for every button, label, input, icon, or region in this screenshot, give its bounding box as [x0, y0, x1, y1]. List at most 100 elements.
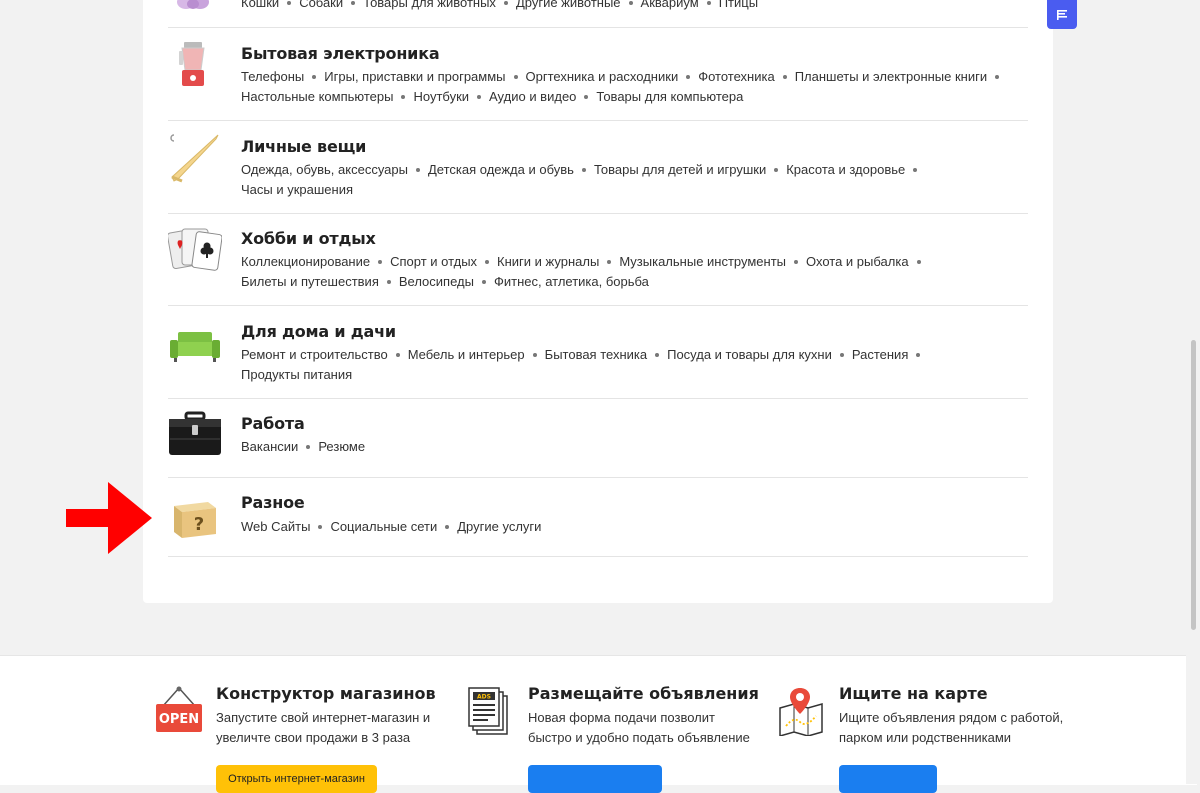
category-row: Личные вещи Одежда, обувь, аксессуары Детс…	[168, 121, 1028, 214]
post-ad-button[interactable]	[528, 765, 662, 793]
subcategory-link[interactable]: Резюме	[318, 439, 365, 454]
subcategory-link[interactable]: Планшеты и электронные книги	[795, 69, 987, 84]
animals-icon	[168, 0, 222, 10]
category-title[interactable]: Для дома и дачи	[241, 322, 396, 341]
subcategory-link[interactable]: Охота и рыбалка	[806, 254, 909, 269]
separator-dot	[386, 279, 391, 284]
subcategory-link[interactable]: Велосипеды	[399, 274, 474, 289]
category-title[interactable]: Работа	[241, 414, 305, 433]
separator-dot	[503, 0, 508, 5]
subcategory-link[interactable]: Посуда и товары для кухни	[667, 347, 832, 362]
subcategory-link[interactable]: Настольные компьютеры	[241, 89, 393, 104]
separator-dot	[532, 352, 537, 357]
category-subcategories: Коллекционирование Спорт и отдых Книги и ж…	[241, 252, 1021, 292]
subcategory-link[interactable]: Билеты и путешествия	[241, 274, 379, 289]
category-subcategories: Телефоны Игры, приставки и программы Оргте…	[241, 67, 1021, 107]
subcategory-link[interactable]: Мебель и интерьер	[408, 347, 525, 362]
separator-dot	[481, 279, 486, 284]
subcategory-link[interactable]: Другие животные	[516, 0, 621, 10]
category-row-animals: Кошки Собаки Товары для животных Другие жив…	[168, 0, 1028, 28]
svg-text:?: ?	[194, 514, 204, 535]
subcategory-link[interactable]: Музыкальные инструменты	[619, 254, 786, 269]
map-search-button[interactable]	[839, 765, 937, 793]
subcategory-link[interactable]: Вакансии	[241, 439, 298, 454]
subcategory-link[interactable]: Web Сайты	[241, 519, 310, 534]
animals-subcategories: Кошки Собаки Товары для животных Другие жив…	[241, 0, 758, 10]
subcategory-link[interactable]: Социальные сети	[330, 519, 437, 534]
separator-dot	[401, 94, 406, 99]
subcategory-link[interactable]: Фототехника	[698, 69, 774, 84]
question-box-icon: ?	[168, 490, 222, 544]
subcategory-link[interactable]: Аквариум	[641, 0, 699, 10]
separator-dot	[513, 74, 518, 79]
hanger-icon	[168, 133, 222, 187]
subcategory-link[interactable]: Красота и здоровье	[786, 162, 905, 177]
subcategory-link[interactable]: Растения	[852, 347, 909, 362]
category-title[interactable]: Личные вещи	[241, 137, 366, 156]
svg-text:OPEN: OPEN	[159, 712, 199, 727]
separator-dot	[485, 259, 490, 264]
subcategory-link[interactable]: Другие услуги	[457, 519, 541, 534]
separator-dot	[913, 167, 918, 172]
subcategory-link[interactable]: Ремонт и строительство	[241, 347, 388, 362]
category-title[interactable]: Разное	[241, 493, 305, 512]
separator-dot	[445, 524, 450, 529]
subcategory-link[interactable]: Ноутбуки	[413, 89, 469, 104]
feedback-button[interactable]	[1047, 0, 1077, 29]
separator-dot	[287, 0, 292, 5]
open-shop-button[interactable]: Открыть интернет-магазин	[216, 765, 377, 793]
subcategory-link[interactable]: Птицы	[719, 0, 758, 10]
subcategory-link[interactable]: Бытовая техника	[545, 347, 647, 362]
separator-dot	[628, 0, 633, 5]
category-title[interactable]: Бытовая электроника	[241, 44, 440, 63]
subcategory-link[interactable]: Собаки	[299, 0, 343, 10]
subcategory-link[interactable]: Телефоны	[241, 69, 304, 84]
subcategory-link[interactable]: Кошки	[241, 0, 279, 10]
subcategory-link[interactable]: Товары для детей и игрушки	[594, 162, 766, 177]
subcategory-link[interactable]: Одежда, обувь, аксессуары	[241, 162, 408, 177]
separator-dot	[655, 352, 660, 357]
sofa-icon	[168, 318, 222, 372]
separator-dot	[995, 74, 1000, 79]
subcategory-link[interactable]: Фитнес, атлетика, борьба	[494, 274, 649, 289]
separator-dot	[686, 74, 691, 79]
subcategory-link[interactable]: Продукты питания	[241, 367, 352, 382]
separator-dot	[916, 259, 921, 264]
subcategory-link[interactable]: Часы и украшения	[241, 182, 353, 197]
category-title[interactable]: Хобби и отдых	[241, 229, 376, 248]
subcategory-link[interactable]: Детская одежда и обувь	[428, 162, 574, 177]
list-icon	[1057, 9, 1067, 20]
separator-dot	[916, 352, 921, 357]
blender-icon	[168, 40, 222, 94]
separator-dot	[782, 74, 787, 79]
footer-promos: OPEN Конструктор магазинов Запустите сво…	[0, 655, 1197, 793]
separator-dot	[378, 259, 383, 264]
subcategory-link[interactable]: Оргтехника и расходники	[526, 69, 679, 84]
promo-title: Ищите на карте	[839, 684, 988, 703]
promo-text: Ищите объявления рядом с работой, парком…	[839, 710, 1064, 745]
red-arrow-icon	[66, 482, 152, 554]
subcategory-link[interactable]: Аудио и видео	[489, 89, 576, 104]
subcategory-link[interactable]: Товары для животных	[363, 0, 496, 10]
subcategory-link[interactable]: Коллекционирование	[241, 254, 370, 269]
separator-dot	[312, 74, 317, 79]
separator-dot	[774, 167, 779, 172]
separator-dot	[581, 167, 586, 172]
subcategory-link[interactable]: Книги и журналы	[497, 254, 599, 269]
category-row: Бытовая электроника Телефоны Игры, пристав…	[168, 28, 1028, 121]
subcategory-link[interactable]: Товары для компьютера	[596, 89, 743, 104]
category-row: ? Разное Web Сайты Социальные сети Другие у…	[168, 478, 1028, 557]
separator-dot	[794, 259, 799, 264]
briefcase-icon	[168, 409, 222, 463]
subcategory-link[interactable]: Спорт и отдых	[390, 254, 477, 269]
separator-dot	[584, 94, 589, 99]
category-row: Для дома и дачи Ремонт и строительство Меб…	[168, 306, 1028, 399]
promo-text: Новая форма подачи позволит быстро и удо…	[528, 710, 750, 745]
separator-dot	[415, 167, 420, 172]
category-subcategories: Web Сайты Социальные сети Другие услуги	[241, 517, 1021, 537]
subcategory-link[interactable]: Игры, приставки и программы	[324, 69, 505, 84]
separator-dot	[477, 94, 482, 99]
open-sign-icon: OPEN	[155, 686, 203, 734]
scrollbar-thumb[interactable]	[1191, 340, 1196, 630]
separator-dot	[306, 444, 311, 449]
